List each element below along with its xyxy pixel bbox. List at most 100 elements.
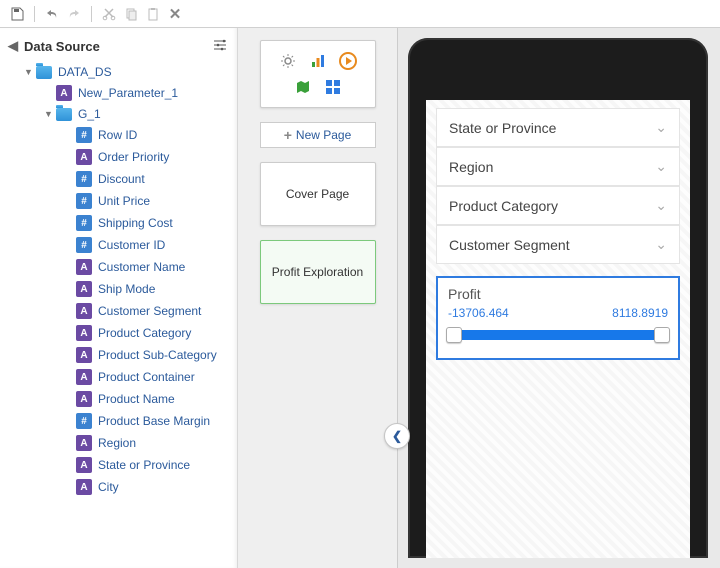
tree-node[interactable]: AProduct Category xyxy=(6,322,233,344)
paste-icon[interactable] xyxy=(144,5,162,23)
tree-node[interactable]: # Unit Price xyxy=(6,190,233,212)
text-field-icon: A xyxy=(76,281,92,297)
text-field-icon: A xyxy=(76,347,92,363)
profit-filter-card[interactable]: Profit -13706.464 8118.8919 xyxy=(436,276,680,360)
tree-node[interactable]: #Row ID xyxy=(6,124,233,146)
page-thumbnail[interactable]: Profit Exploration xyxy=(260,240,376,304)
tree-node-label: Discount xyxy=(98,172,145,186)
chart-icon xyxy=(308,51,328,71)
gear-icon xyxy=(278,51,298,71)
profit-max-value: 8118.8919 xyxy=(612,306,668,320)
tree-node[interactable]: ACity xyxy=(6,476,233,498)
chevron-down-icon: ⌄ xyxy=(655,119,667,136)
tree-node-label: Product Container xyxy=(98,370,195,384)
filter-label: Customer Segment xyxy=(449,237,570,253)
tree-node-label: Customer Segment xyxy=(98,304,201,318)
numeric-field-icon: # xyxy=(76,171,92,187)
tree-node[interactable]: # Shipping Cost xyxy=(6,212,233,234)
folder-icon xyxy=(36,66,52,79)
insert-palette[interactable] xyxy=(260,40,376,108)
text-field-icon: A xyxy=(76,391,92,407)
twisty-icon[interactable]: ▼ xyxy=(24,67,34,77)
tree-node[interactable]: A Customer Name xyxy=(6,256,233,278)
copy-icon[interactable] xyxy=(122,5,140,23)
tree-node[interactable]: A Order Priority xyxy=(6,146,233,168)
tree-node-label: Product Category xyxy=(98,326,191,340)
plus-icon: + xyxy=(284,127,292,143)
filter-label: State or Province xyxy=(449,120,556,136)
undo-icon[interactable] xyxy=(43,5,61,23)
tree-node[interactable]: # Product Base Margin xyxy=(6,410,233,432)
top-toolbar: ✕ xyxy=(0,0,720,28)
grid-icon xyxy=(323,77,343,97)
filter-row[interactable]: Customer Segment⌄ xyxy=(436,225,680,264)
filter-row[interactable]: Region ⌄ xyxy=(436,147,680,186)
tree-node-label: Product Base Margin xyxy=(98,414,210,428)
tree-node-label: Order Priority xyxy=(98,150,169,164)
device-frame: State or Province⌄Region⌄Product Categor… xyxy=(408,38,708,558)
panel-collapse-handle[interactable]: ❮ xyxy=(384,423,410,449)
data-source-tree: ▼DATA_DSANew_Parameter_1▼G_1#Row IDAOrde… xyxy=(0,60,237,568)
separator xyxy=(34,6,35,22)
new-page-button[interactable]: + New Page xyxy=(260,122,376,148)
tree-node[interactable]: # Discount xyxy=(6,168,233,190)
text-field-icon: A xyxy=(76,149,92,165)
chevron-down-icon: ⌄ xyxy=(655,197,667,214)
new-page-label: New Page xyxy=(296,128,351,142)
tree-node[interactable]: ANew_Parameter_1 xyxy=(6,82,233,104)
tree-node[interactable]: # Customer ID xyxy=(6,234,233,256)
numeric-field-icon: # xyxy=(76,237,92,253)
profit-min-value: -13706.464 xyxy=(448,306,509,320)
tree-node[interactable]: A Product Sub-Category xyxy=(6,344,233,366)
tree-node[interactable]: A Product Name xyxy=(6,388,233,410)
tree-node-label: Region xyxy=(98,436,136,450)
profit-filter-title: Profit xyxy=(448,286,668,302)
save-icon[interactable] xyxy=(8,5,26,23)
tree-node-label: DATA_DS xyxy=(58,65,112,79)
chevron-down-icon: ⌄ xyxy=(655,158,667,175)
tree-node-label: Customer Name xyxy=(98,260,185,274)
profit-slider[interactable] xyxy=(448,326,668,344)
panel-options-icon[interactable] xyxy=(213,39,227,54)
collapse-icon[interactable]: ◀ xyxy=(8,38,18,54)
tree-node[interactable]: ▼ G_1 xyxy=(6,104,233,124)
cut-icon[interactable] xyxy=(100,5,118,23)
text-field-icon: A xyxy=(76,369,92,385)
filter-label: Region xyxy=(449,159,493,175)
tree-node-label: Shipping Cost xyxy=(98,216,173,230)
tree-node-label: Customer ID xyxy=(98,238,165,252)
tree-node[interactable]: AState or Province xyxy=(6,454,233,476)
tree-node-label: State or Province xyxy=(98,458,190,472)
numeric-field-icon: # xyxy=(76,413,92,429)
tree-node-label: Product Sub-Category xyxy=(98,348,217,362)
tree-node-label: Product Name xyxy=(98,392,175,406)
page-thumbnail[interactable]: Cover Page xyxy=(260,162,376,226)
tree-node-label: Unit Price xyxy=(98,194,150,208)
tree-node-label: G_1 xyxy=(78,107,101,121)
text-field-icon: A xyxy=(76,479,92,495)
tree-node[interactable]: A Product Container xyxy=(6,366,233,388)
tree-node[interactable]: AShip Mode xyxy=(6,278,233,300)
tree-node-label: New_Parameter_1 xyxy=(78,86,178,100)
page-label: Cover Page xyxy=(286,187,349,201)
tree-node[interactable]: ARegion xyxy=(6,432,233,454)
twisty-icon[interactable]: ▼ xyxy=(44,109,54,119)
delete-icon[interactable]: ✕ xyxy=(166,5,184,23)
slider-handle-max[interactable] xyxy=(654,327,670,343)
redo-icon[interactable] xyxy=(65,5,83,23)
numeric-field-icon: # xyxy=(76,193,92,209)
map-icon xyxy=(293,77,313,97)
panel-title: Data Source xyxy=(24,39,100,54)
device-screen: State or Province⌄Region⌄Product Categor… xyxy=(426,100,690,558)
filter-row[interactable]: State or Province ⌄ xyxy=(436,108,680,147)
numeric-field-icon: # xyxy=(76,127,92,143)
data-source-panel: ◀ Data Source ▼DATA_DSANew_Parameter_1▼G… xyxy=(0,28,238,568)
tree-node[interactable]: ▼ DATA_DS xyxy=(6,62,233,82)
slider-range-bar xyxy=(452,330,664,340)
canvas-area: State or Province⌄Region⌄Product Categor… xyxy=(398,28,720,568)
text-field-icon: A xyxy=(76,259,92,275)
tree-node[interactable]: ACustomer Segment xyxy=(6,300,233,322)
filter-row[interactable]: Product Category⌄ xyxy=(436,186,680,225)
numeric-field-icon: # xyxy=(76,215,92,231)
slider-handle-min[interactable] xyxy=(446,327,462,343)
